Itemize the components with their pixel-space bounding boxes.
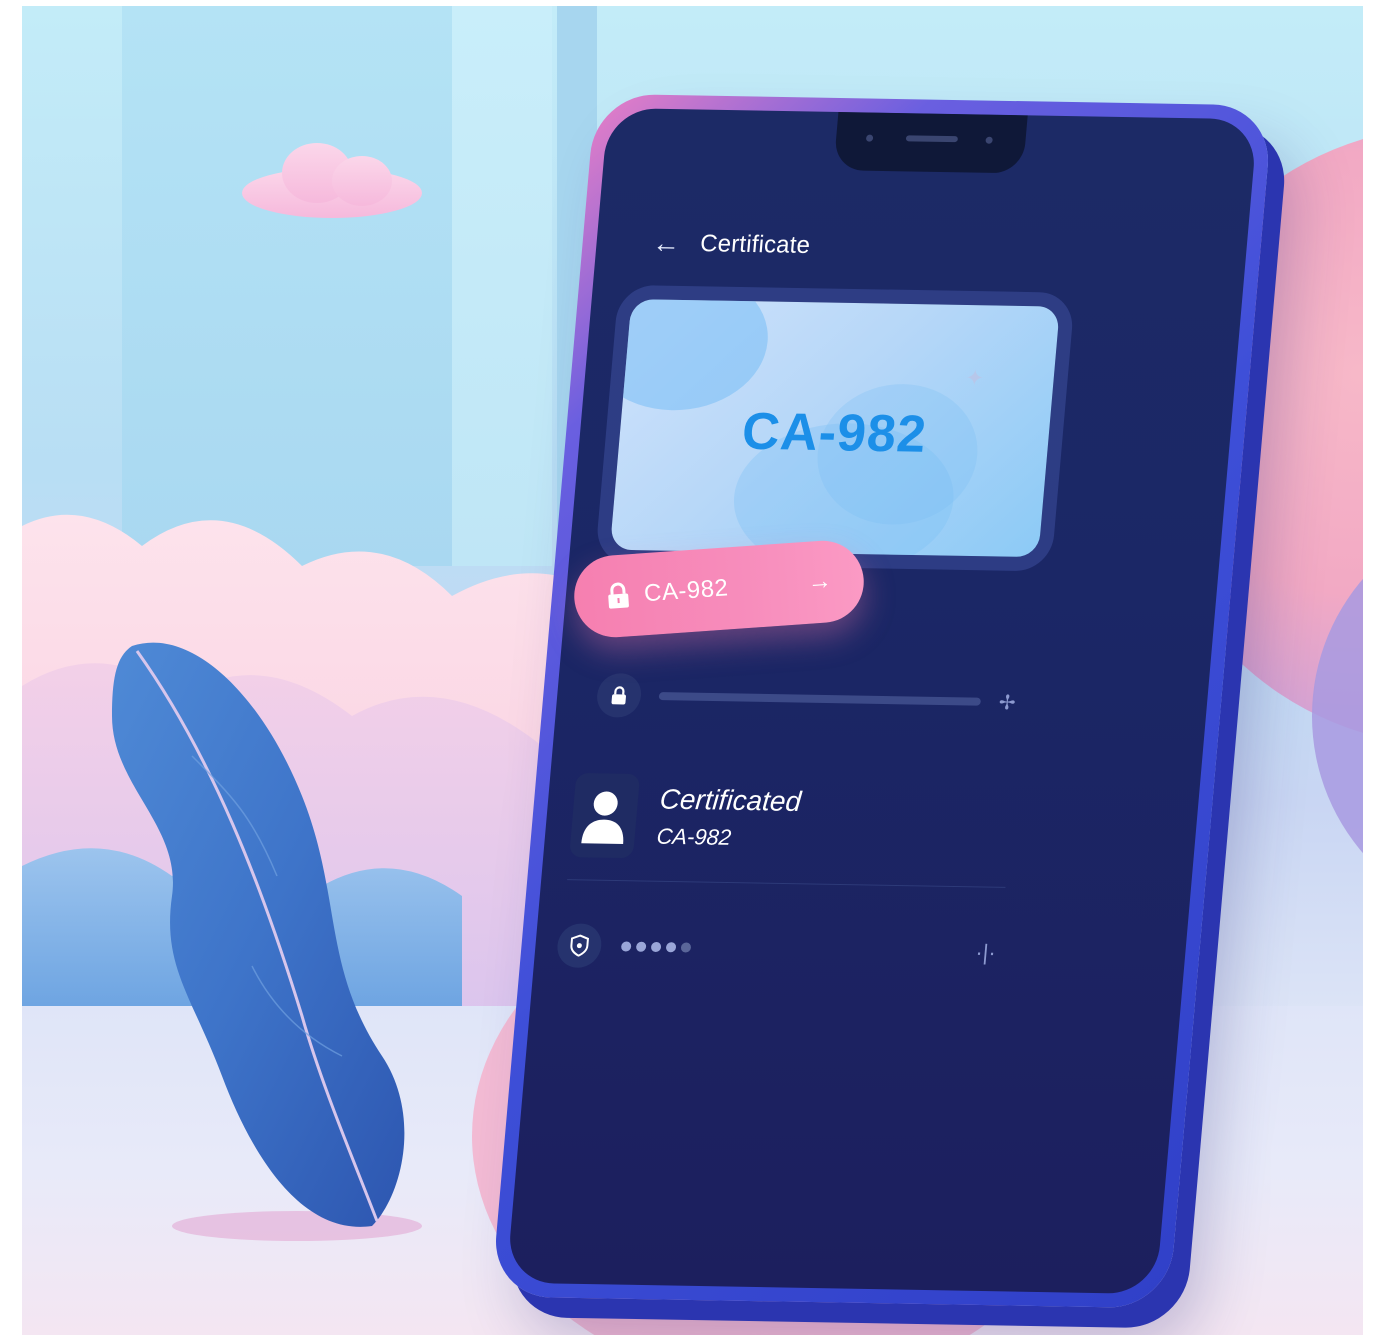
leaf-icon	[112, 642, 405, 1227]
pin-row[interactable]: ·|·	[555, 920, 998, 978]
pin-dot	[680, 942, 692, 953]
page-title: Certificate	[699, 230, 812, 260]
camera-icon	[865, 134, 874, 142]
phone-screen: ← Certificate ✦ CA-982 ✢ Certificated CA…	[506, 107, 1258, 1295]
lock-icon[interactable]	[595, 672, 643, 718]
sparkle-icon: ✦	[964, 365, 986, 391]
pin-dot	[650, 941, 662, 953]
certificate-list-item[interactable]: Certificated CA-982	[567, 769, 1016, 888]
phone-device: ← Certificate ✦ CA-982 ✢ Certificated CA…	[491, 93, 1273, 1309]
window-pillar	[452, 6, 552, 566]
speaker-icon	[905, 135, 959, 143]
pin-dot	[620, 941, 632, 952]
certificate-name: Certificated	[658, 782, 803, 817]
certificate-card[interactable]: ✦ CA-982	[609, 299, 1060, 558]
pill-code: CA-982	[643, 574, 730, 608]
arrow-right-icon: →	[806, 567, 833, 596]
app-bar: ← Certificate	[651, 227, 812, 260]
sparkle-icon[interactable]: ·|·	[974, 940, 996, 966]
certificate-code: CA-982	[739, 402, 930, 464]
background-illustration: ← Certificate ✦ CA-982 ✢ Certificated CA…	[22, 6, 1363, 1335]
user-icon	[569, 772, 641, 858]
sensor-icon	[985, 136, 993, 144]
lock-icon	[608, 582, 629, 609]
pin-dot	[635, 941, 647, 952]
certificate-code: CA-982	[655, 823, 733, 850]
pin-dot	[665, 942, 677, 953]
back-arrow-icon[interactable]: ←	[651, 227, 682, 259]
slider-track[interactable]	[658, 692, 982, 706]
cloud-icon	[242, 138, 422, 218]
pin-dots	[620, 941, 692, 953]
sparkle-icon: ✢	[997, 691, 1017, 714]
shield-icon[interactable]	[555, 923, 604, 969]
lock-slider-row[interactable]: ✢	[595, 665, 1019, 732]
window-pillar	[122, 6, 452, 566]
phone-notch	[833, 111, 1028, 174]
